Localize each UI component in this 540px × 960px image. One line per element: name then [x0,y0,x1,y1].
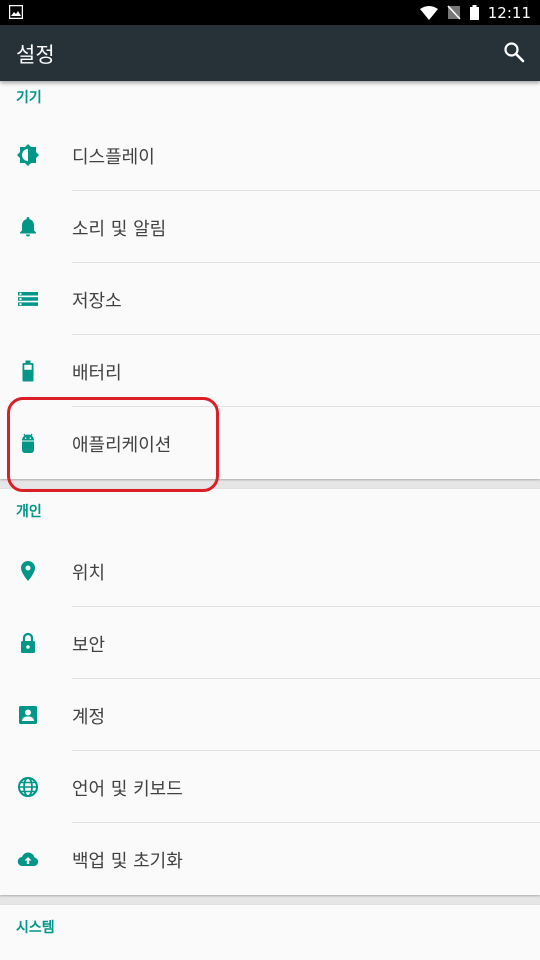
bell-icon [20,217,36,237]
settings-item-battery[interactable]: 배터리 [0,335,540,407]
settings-item-security[interactable]: 보안 [0,607,540,679]
battery-icon [22,360,34,382]
section-device: 기기 디스플레이 소리 및 알림 저장소 배터리 애플리케이션 [0,81,540,479]
settings-item-accounts[interactable]: 계정 [0,679,540,751]
globe-icon [18,777,38,797]
lock-icon [21,632,35,653]
app-toolbar: 설정 [0,25,540,81]
settings-item-label: 배터리 [72,363,122,384]
settings-item-label: 디스플레이 [72,147,155,168]
settings-item-label: 보안 [72,635,106,656]
settings-item-label: 소리 및 알림 [72,219,167,240]
settings-item-applications[interactable]: 애플리케이션 [0,407,540,479]
settings-item-label: 위치 [72,563,106,584]
section-system: 시스템 [0,905,540,960]
section-header-personal: 개인 [16,504,42,520]
settings-item-language-keyboard[interactable]: 언어 및 키보드 [0,751,540,823]
storage-icon [18,292,38,306]
section-personal: 개인 위치 보안 계정 언어 및 키보드 백업 및 초기화 [0,489,540,895]
section-header-device: 기기 [16,90,42,106]
settings-item-sound[interactable]: 소리 및 알림 [0,191,540,263]
settings-item-label: 계정 [72,707,106,728]
battery-icon [469,5,479,20]
status-time: 12:11 [487,3,531,22]
settings-item-label: 언어 및 키보드 [72,779,183,800]
settings-item-storage[interactable]: 저장소 [0,263,540,335]
settings-item-display[interactable]: 디스플레이 [0,119,540,191]
brightness-icon [17,144,39,166]
gallery-icon [9,5,23,19]
page-title: 설정 [16,43,55,67]
settings-item-label: 애플리케이션 [72,435,172,456]
settings-item-backup-reset[interactable]: 백업 및 초기화 [0,823,540,895]
account-icon [19,706,37,724]
wifi-icon [419,5,438,20]
status-bar: 12:11 [0,0,540,25]
search-icon[interactable] [502,40,526,64]
section-header-system: 시스템 [16,920,55,936]
no-sim-icon [447,5,461,20]
settings-item-location[interactable]: 위치 [0,535,540,607]
android-icon [22,433,34,453]
location-icon [21,561,35,581]
settings-item-label: 백업 및 초기화 [72,851,183,872]
settings-item-label: 저장소 [72,291,122,312]
cloud-upload-icon [17,852,39,867]
